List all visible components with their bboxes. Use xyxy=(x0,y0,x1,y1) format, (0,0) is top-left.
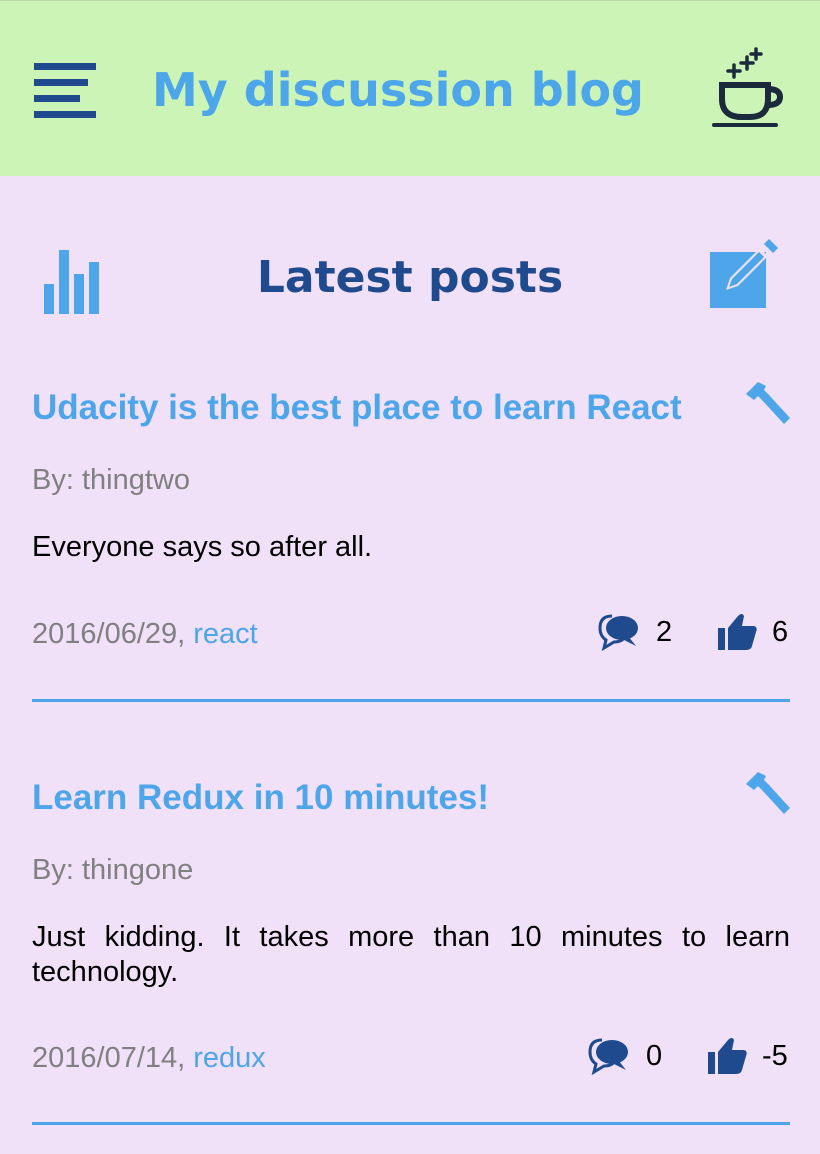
edit-square-icon xyxy=(710,239,778,308)
thumbs-up-icon xyxy=(718,614,757,650)
post-body: Just kidding. It takes more than 10 minu… xyxy=(32,921,790,988)
comment-count-value: 2 xyxy=(656,615,673,648)
posts-toolbar: Latest posts xyxy=(0,176,820,336)
vote-score[interactable]: -5 xyxy=(706,1036,788,1076)
edit-post-button[interactable] xyxy=(742,770,792,820)
post-date: 2016/06/29, xyxy=(32,618,186,650)
comment-count[interactable]: 0 xyxy=(588,1036,662,1076)
post-body: Everyone says so after all. xyxy=(32,531,373,563)
new-post-button[interactable] xyxy=(708,236,782,310)
vote-score-value: 6 xyxy=(772,615,789,648)
post-divider xyxy=(32,699,790,702)
hammer-icon xyxy=(746,382,790,424)
edit-post-button[interactable] xyxy=(742,380,792,430)
app: My discussion blog Latest posts Udacity … xyxy=(0,0,820,1154)
menu-button[interactable] xyxy=(34,61,98,125)
post-divider xyxy=(32,1122,790,1125)
app-header: My discussion blog xyxy=(0,0,820,176)
post-title[interactable]: Learn Redux in 10 minutes! xyxy=(32,778,732,818)
section-title: Latest posts xyxy=(256,252,564,303)
post-category-link[interactable]: redux xyxy=(193,1042,266,1074)
coffee-button[interactable] xyxy=(710,43,786,129)
comment-count[interactable]: 2 xyxy=(598,612,672,652)
vote-score[interactable]: 6 xyxy=(716,612,788,652)
coffee-cup-icon xyxy=(712,47,784,127)
post-date: 2016/07/14, xyxy=(32,1042,186,1074)
hammer-icon xyxy=(746,772,790,814)
app-title: My discussion blog xyxy=(152,63,644,117)
post-meta: 2016/07/14, redux xyxy=(32,1042,266,1075)
post-author: By: thingtwo xyxy=(32,464,190,496)
comments-icon xyxy=(598,614,638,652)
vote-score-value: -5 xyxy=(762,1039,788,1072)
post-author: By: thingone xyxy=(32,854,194,886)
comment-count-value: 0 xyxy=(646,1039,663,1072)
post-category-link[interactable]: react xyxy=(193,618,257,650)
comments-icon xyxy=(588,1038,628,1076)
post-title[interactable]: Udacity is the best place to learn React xyxy=(32,388,732,428)
hamburger-menu-icon xyxy=(34,63,96,118)
post-meta: 2016/06/29, react xyxy=(32,618,258,651)
thumbs-up-icon xyxy=(708,1038,747,1074)
